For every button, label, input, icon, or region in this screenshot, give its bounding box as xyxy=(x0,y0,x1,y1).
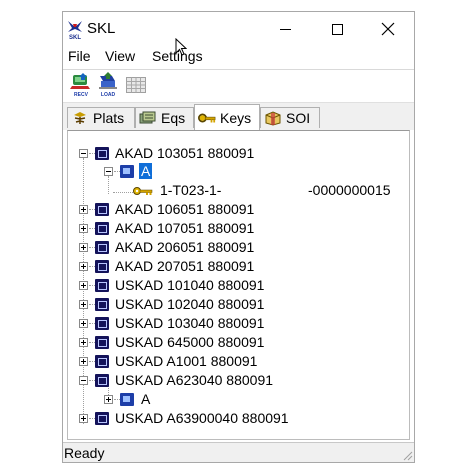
tab-strip: Plats Eqs Keys SOI xyxy=(63,103,414,130)
key-store-icon xyxy=(95,203,109,216)
key-icon xyxy=(133,187,153,195)
key-entry-value: -0000000015 xyxy=(308,182,391,198)
tree-node-label[interactable]: AKAD 106051 880091 xyxy=(115,201,254,217)
tree-node-label[interactable]: USKAD 645000 880091 xyxy=(115,334,264,350)
maximize-icon xyxy=(331,23,343,35)
expand-toggle[interactable] xyxy=(79,414,88,423)
expand-toggle[interactable] xyxy=(79,319,88,328)
key-store-icon xyxy=(95,279,109,292)
load-label: LOAD xyxy=(100,92,116,98)
expand-toggle[interactable] xyxy=(79,243,88,252)
tab-soi-label: SOI xyxy=(286,110,311,126)
tree-connector xyxy=(113,192,133,193)
menu-bar: File View Settings xyxy=(63,46,414,68)
mouse-cursor-icon xyxy=(175,38,187,56)
app-window: SKL SKL File View Settings RECV LOAD Pla… xyxy=(62,11,415,463)
key-store-icon xyxy=(95,147,109,160)
expand-toggle[interactable] xyxy=(79,262,88,271)
key-store-icon xyxy=(95,260,109,273)
expand-toggle[interactable] xyxy=(79,205,88,214)
expand-toggle[interactable] xyxy=(79,357,88,366)
minimize-button[interactable] xyxy=(259,12,311,46)
menu-view[interactable]: View xyxy=(105,48,135,64)
key-store-icon xyxy=(95,241,109,254)
status-bar: Ready xyxy=(63,442,414,462)
menu-file[interactable]: File xyxy=(68,48,91,64)
key-group-icon xyxy=(120,393,134,406)
tab-keys[interactable]: Keys xyxy=(194,104,260,130)
keys-tree-view[interactable]: AKAD 103051 880091 A 1-T023-1- -00000000… xyxy=(67,130,410,440)
receive-label: RECV xyxy=(74,92,88,98)
key-store-icon xyxy=(95,298,109,311)
key-entry-label[interactable]: 1-T023-1- xyxy=(160,182,221,198)
tree-node-label[interactable]: USKAD A623040 880091 xyxy=(115,372,273,388)
tree-node-label[interactable]: USKAD 101040 880091 xyxy=(115,277,264,293)
tab-soi[interactable]: SOI xyxy=(260,107,320,128)
box-icon xyxy=(265,111,281,126)
key-store-icon xyxy=(95,355,109,368)
tree-node-label[interactable]: USKAD 102040 880091 xyxy=(115,296,264,312)
tree-connector xyxy=(108,176,109,194)
tree-node-label[interactable]: A xyxy=(139,163,153,179)
grid-button[interactable] xyxy=(125,75,149,103)
tab-eqs[interactable]: Eqs xyxy=(135,107,194,128)
tab-eqs-label: Eqs xyxy=(161,110,186,126)
grid-icon xyxy=(126,77,146,93)
resize-grip-icon[interactable] xyxy=(401,449,413,461)
toolbar: RECV LOAD xyxy=(63,71,414,101)
equipment-icon xyxy=(139,111,156,124)
key-store-icon xyxy=(95,412,109,425)
key-store-icon xyxy=(95,222,109,235)
tree-node-label[interactable]: USKAD A1001 880091 xyxy=(115,353,257,369)
close-icon xyxy=(381,22,395,36)
collapse-toggle[interactable] xyxy=(79,149,88,158)
tree-node-label[interactable]: AKAD 107051 880091 xyxy=(115,220,254,236)
minimize-icon xyxy=(279,28,291,30)
load-icon xyxy=(99,72,117,89)
maximize-button[interactable] xyxy=(311,12,363,46)
expand-toggle[interactable] xyxy=(79,281,88,290)
key-store-icon xyxy=(95,374,109,387)
key-store-icon xyxy=(95,317,109,330)
receive-icon xyxy=(70,73,90,89)
close-button[interactable] xyxy=(362,12,414,46)
expand-toggle[interactable] xyxy=(104,395,113,404)
tree-node-label[interactable]: AKAD 103051 880091 xyxy=(115,145,254,161)
skl-app-icon: SKL xyxy=(66,21,84,40)
tree-node-label[interactable]: USKAD 103040 880091 xyxy=(115,315,264,331)
window-title: SKL xyxy=(87,20,116,37)
status-text: Ready xyxy=(64,445,105,461)
key-icon xyxy=(198,113,216,122)
load-button[interactable]: LOAD xyxy=(96,72,120,100)
tab-plats-label: Plats xyxy=(93,110,125,126)
plant-icon xyxy=(74,112,86,124)
tree-node-label[interactable]: A xyxy=(141,391,150,407)
collapse-toggle[interactable] xyxy=(104,167,113,176)
svg-text:SKL: SKL xyxy=(69,35,81,40)
key-store-icon xyxy=(95,336,109,349)
expand-toggle[interactable] xyxy=(79,224,88,233)
tree-node-label[interactable]: AKAD 207051 880091 xyxy=(115,258,254,274)
menu-separator xyxy=(63,69,414,70)
collapse-toggle[interactable] xyxy=(79,376,88,385)
title-bar[interactable]: SKL SKL xyxy=(63,12,414,46)
key-group-icon xyxy=(120,165,134,178)
expand-toggle[interactable] xyxy=(79,300,88,309)
tab-plats[interactable]: Plats xyxy=(67,107,135,128)
expand-toggle[interactable] xyxy=(79,338,88,347)
tab-keys-label: Keys xyxy=(220,109,252,126)
tree-node-label[interactable]: AKAD 206051 880091 xyxy=(115,239,254,255)
tree-node-label[interactable]: USKAD A63900040 880091 xyxy=(115,410,289,426)
receive-button[interactable]: RECV xyxy=(69,72,93,100)
